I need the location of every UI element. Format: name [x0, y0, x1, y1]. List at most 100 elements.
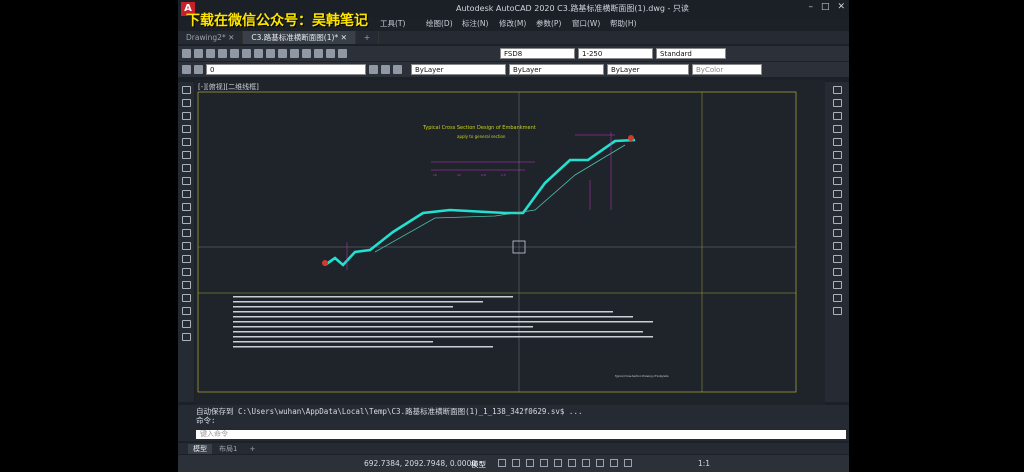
- circle-icon[interactable]: [181, 164, 191, 172]
- scale-icon[interactable]: [832, 177, 842, 185]
- line-icon[interactable]: [181, 86, 191, 94]
- arc-icon[interactable]: [181, 151, 191, 159]
- menu-help[interactable]: 帮助(H): [610, 18, 637, 29]
- mirror-icon[interactable]: [832, 112, 842, 120]
- ellipse-icon[interactable]: [181, 203, 191, 211]
- trim-icon[interactable]: [832, 203, 842, 211]
- viewport-label[interactable]: [-][俯视][二维线框]: [198, 82, 259, 92]
- menu-window[interactable]: 窗口(W): [572, 18, 600, 29]
- color-select[interactable]: ByLayer: [411, 64, 506, 75]
- coordinate-readout[interactable]: 692.7384, 2092.7948, 0.0000: [364, 459, 476, 468]
- move-icon[interactable]: [832, 151, 842, 159]
- 3d-osnap-icon[interactable]: [624, 459, 632, 467]
- properties-icon[interactable]: [326, 49, 335, 58]
- layers-icon[interactable]: [338, 49, 347, 58]
- table-style-select[interactable]: Standard: [656, 48, 726, 59]
- rotate-icon[interactable]: [832, 164, 842, 172]
- tab-drawing2[interactable]: Drawing2* ✕: [178, 31, 244, 44]
- status-bar: 692.7384, 2092.7948, 0.0000 模型 1:1: [178, 455, 849, 472]
- menu-draw[interactable]: 绘图(D): [426, 18, 453, 29]
- transparency-icon[interactable]: [596, 459, 604, 467]
- command-input[interactable]: 键入命令: [196, 430, 846, 439]
- join-icon[interactable]: [832, 242, 842, 250]
- menu-dimension[interactable]: 标注(N): [462, 18, 488, 29]
- make-current-icon[interactable]: [369, 65, 378, 74]
- table-icon[interactable]: [181, 307, 191, 315]
- tab-model[interactable]: 模型: [188, 443, 212, 454]
- offset-icon[interactable]: [832, 125, 842, 133]
- insert-block-icon[interactable]: [181, 229, 191, 237]
- osnap-icon[interactable]: [554, 459, 562, 467]
- add-layout-button[interactable]: +: [244, 445, 260, 453]
- bulb-icon[interactable]: [194, 65, 203, 74]
- model-space-toggle[interactable]: 模型: [471, 459, 486, 470]
- linetype-select[interactable]: ByLayer: [509, 64, 604, 75]
- hatch-icon[interactable]: [181, 268, 191, 276]
- polar-icon[interactable]: [540, 459, 548, 467]
- layer-previous-icon[interactable]: [381, 65, 390, 74]
- fillet-icon[interactable]: [832, 268, 842, 276]
- new-tab-button[interactable]: +: [356, 31, 380, 44]
- xline-icon[interactable]: [181, 99, 191, 107]
- preview-icon[interactable]: [230, 49, 239, 58]
- copy-icon[interactable]: [254, 49, 263, 58]
- extend-icon[interactable]: [832, 216, 842, 224]
- tab-layout1[interactable]: 布局1: [214, 444, 242, 454]
- layer-select[interactable]: 0: [206, 64, 366, 75]
- print-icon[interactable]: [218, 49, 227, 58]
- dim-style-select[interactable]: 1-250: [578, 48, 653, 59]
- redo-icon[interactable]: [290, 49, 299, 58]
- stretch-icon[interactable]: [832, 190, 842, 198]
- menu-modify[interactable]: 修改(M): [499, 18, 526, 29]
- save-icon[interactable]: [206, 49, 215, 58]
- maximize-icon[interactable]: □: [821, 2, 830, 12]
- chamfer-icon[interactable]: [832, 255, 842, 263]
- close-icon[interactable]: ✕: [837, 2, 845, 12]
- lineweight-select[interactable]: ByLayer: [607, 64, 689, 75]
- break-icon[interactable]: [832, 229, 842, 237]
- annotation-scale[interactable]: 1:1: [698, 459, 710, 468]
- point-icon[interactable]: [181, 255, 191, 263]
- explode-icon[interactable]: [832, 281, 842, 289]
- rectangle-icon[interactable]: [181, 138, 191, 146]
- paste-icon[interactable]: [266, 49, 275, 58]
- selection-cycling-icon[interactable]: [610, 459, 618, 467]
- pan-icon[interactable]: [302, 49, 311, 58]
- ortho-icon[interactable]: [526, 459, 534, 467]
- erase-icon[interactable]: [832, 86, 842, 94]
- layer-match-icon[interactable]: [393, 65, 402, 74]
- region-icon[interactable]: [181, 294, 191, 302]
- snap-icon[interactable]: [512, 459, 520, 467]
- addselected-icon[interactable]: [181, 333, 191, 341]
- close-icon[interactable]: ✕: [341, 33, 347, 42]
- grid-icon[interactable]: [498, 459, 506, 467]
- spline-icon[interactable]: [181, 190, 191, 198]
- lineweight-icon[interactable]: [582, 459, 590, 467]
- dimension-icon[interactable]: [832, 294, 842, 302]
- make-block-icon[interactable]: [181, 242, 191, 250]
- ellipse-arc-icon[interactable]: [181, 216, 191, 224]
- drawing-canvas[interactable]: [-][俯视][二维线框] Typical Cross Section Desi…: [195, 80, 825, 405]
- gradient-icon[interactable]: [181, 281, 191, 289]
- tab-c3-drawing[interactable]: C3.路基标准横断面图(1)* ✕: [243, 31, 356, 44]
- polyline-icon[interactable]: [181, 112, 191, 120]
- open-icon[interactable]: [194, 49, 203, 58]
- cut-icon[interactable]: [242, 49, 251, 58]
- plotstyle-select[interactable]: ByColor: [692, 64, 762, 75]
- zoom-icon[interactable]: [314, 49, 323, 58]
- close-icon[interactable]: ✕: [228, 33, 234, 42]
- menu-tools[interactable]: 工具(T): [380, 18, 405, 29]
- copy-icon[interactable]: [832, 99, 842, 107]
- minimize-icon[interactable]: –: [808, 2, 813, 12]
- menu-parameter[interactable]: 参数(P): [536, 18, 561, 29]
- mtext-icon[interactable]: [181, 320, 191, 328]
- revcloud-icon[interactable]: [181, 177, 191, 185]
- measure-icon[interactable]: [832, 307, 842, 315]
- undo-icon[interactable]: [278, 49, 287, 58]
- layer-manager-icon[interactable]: [182, 65, 191, 74]
- new-icon[interactable]: [182, 49, 191, 58]
- otrack-icon[interactable]: [568, 459, 576, 467]
- array-icon[interactable]: [832, 138, 842, 146]
- text-style-select[interactable]: FSD8: [500, 48, 575, 59]
- polygon-icon[interactable]: [181, 125, 191, 133]
